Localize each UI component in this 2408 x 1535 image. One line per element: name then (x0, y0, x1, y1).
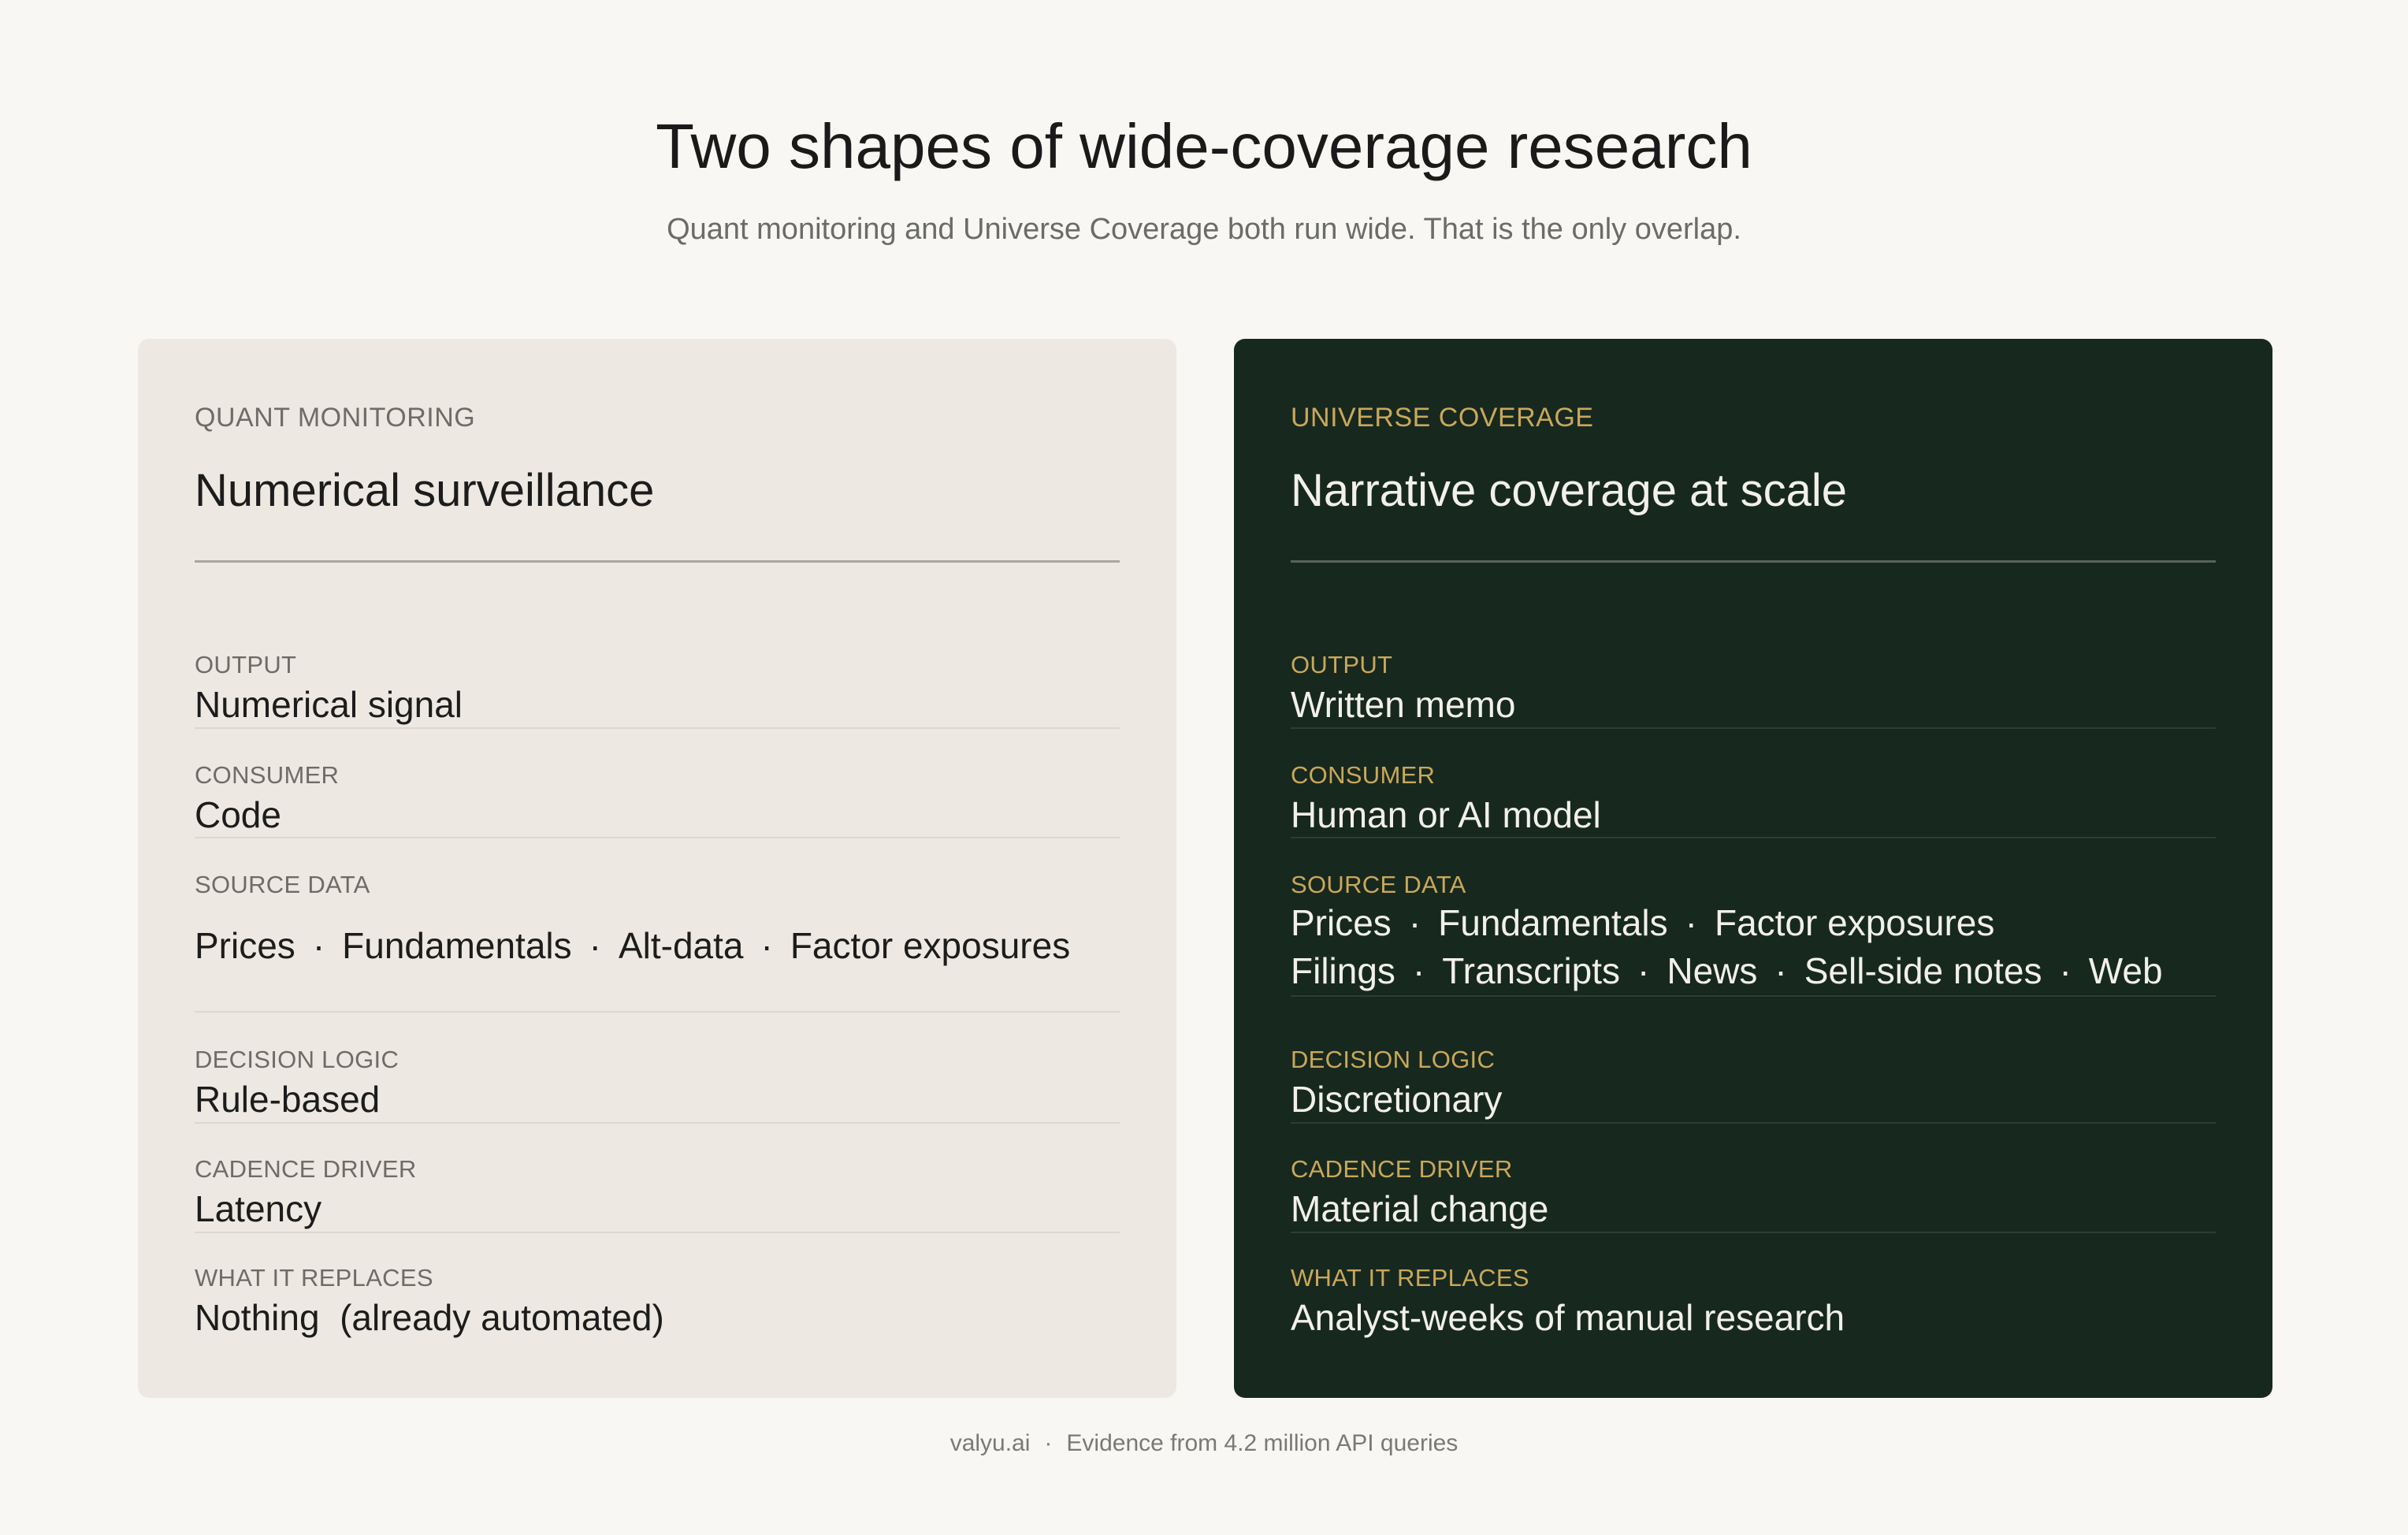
row-divider (1291, 1122, 2216, 1124)
cadence-driver-row: CADENCE DRIVER Material change (1291, 1155, 2216, 1234)
decision-logic-row: DECISION LOGIC Discretionary (1291, 1046, 2216, 1124)
source-item: Fundamentals (342, 925, 572, 966)
source-item: Factor exposures (1714, 902, 1995, 943)
source-data-row: SOURCE DATA Prices · Fundamentals · Factor e… (1291, 871, 2216, 1020)
consumer-row: CONSUMER Code (195, 761, 1120, 840)
divider (1291, 560, 2216, 563)
consumer-row: CONSUMER Human or AI model (1291, 761, 2216, 840)
page: Two shapes of wide-coverage research Qua… (0, 0, 2408, 1535)
row-divider (195, 837, 1120, 838)
source-item: News (1667, 950, 1758, 991)
footer: valyu.ai · Evidence from 4.2 million API q… (0, 1428, 2408, 1459)
row-label: CADENCE DRIVER (195, 1155, 417, 1183)
row-value: Numerical signal (195, 684, 463, 725)
source-data-list-line-1: Prices · Fundamentals · Factor exposures (1291, 901, 1994, 945)
what-it-replaces-row: WHAT IT REPLACES Analyst-weeks of manual… (1291, 1264, 2216, 1343)
list-separator: · (312, 925, 325, 966)
row-divider (1291, 995, 2216, 997)
decision-logic-row: DECISION LOGIC Rule-based (195, 1046, 1120, 1124)
what-it-replaces-row: WHAT IT REPLACES Nothing (already automa… (195, 1264, 1120, 1343)
source-item: Fundamentals (1438, 902, 1668, 943)
source-item: Alt-data (618, 925, 744, 966)
source-data-list-line-2: Filings · Transcripts · News · Sell-side notes… (1291, 949, 2163, 993)
row-label: OUTPUT (1291, 651, 1393, 678)
list-separator: · (1774, 950, 1787, 991)
cadence-driver-row: CADENCE DRIVER Latency (195, 1155, 1120, 1234)
row-value: Nothing (already automated) (195, 1297, 664, 1338)
row-label: SOURCE DATA (195, 871, 370, 898)
universe-coverage-card: UNIVERSE COVERAGE Narrative coverage at … (1234, 339, 2272, 1398)
source-item: Transcripts (1442, 950, 1621, 991)
source-item: Web (2088, 950, 2163, 991)
card-heading: Narrative coverage at scale (1291, 465, 1847, 516)
footer-brand: valyu.ai (949, 1430, 1031, 1456)
row-label: SOURCE DATA (1291, 871, 1466, 898)
row-label: DECISION LOGIC (195, 1046, 399, 1073)
row-divider (195, 1232, 1120, 1233)
source-item: Sell-side notes (1804, 950, 2042, 991)
row-divider (195, 1011, 1120, 1013)
list-separator: · (1637, 950, 1650, 991)
source-data-row: SOURCE DATA Prices · Fundamentals · Alt-data… (195, 871, 1120, 1020)
quant-monitoring-card: QUANT MONITORING Numerical surveillance … (138, 339, 1176, 1398)
row-value: Latency (195, 1188, 322, 1229)
footer-note: Evidence from 4.2 million API queries (1066, 1430, 1459, 1456)
row-label: WHAT IT REPLACES (1291, 1264, 1529, 1292)
row-label: DECISION LOGIC (1291, 1046, 1496, 1073)
card-heading: Numerical surveillance (195, 465, 655, 516)
source-item: Prices (1291, 902, 1392, 943)
card-eyebrow: UNIVERSE COVERAGE (1291, 403, 1594, 433)
source-item: Prices (195, 925, 295, 966)
footer-separator: · (1044, 1430, 1053, 1456)
row-label: WHAT IT REPLACES (195, 1264, 433, 1292)
row-label: CONSUMER (195, 761, 340, 789)
row-divider (1291, 837, 2216, 838)
row-label: CONSUMER (1291, 761, 1436, 789)
output-row: OUTPUT Written memo (1291, 651, 2216, 730)
row-value: Human or AI model (1291, 794, 1601, 835)
card-eyebrow: QUANT MONITORING (195, 403, 476, 433)
divider (195, 560, 1120, 563)
row-divider (1291, 727, 2216, 729)
row-label: OUTPUT (195, 651, 297, 678)
output-row: OUTPUT Numerical signal (195, 651, 1120, 730)
row-divider (195, 727, 1120, 729)
list-separator: · (2059, 950, 2072, 991)
list-separator: · (1685, 902, 1697, 943)
row-value: Discretionary (1291, 1079, 1503, 1120)
page-title: Two shapes of wide-coverage research (656, 111, 1752, 181)
list-separator: · (1408, 902, 1421, 943)
row-label: CADENCE DRIVER (1291, 1155, 1513, 1183)
list-separator: · (1412, 950, 1425, 991)
source-data-list: Prices · Fundamentals · Alt-data · Factor expo… (195, 924, 1070, 968)
source-item: Factor exposures (790, 925, 1071, 966)
row-divider (1291, 1232, 2216, 1233)
source-item: Filings (1291, 950, 1395, 991)
row-value: Material change (1291, 1188, 1549, 1229)
page-subtitle: Quant monitoring and Universe Coverage b… (667, 213, 1741, 246)
list-separator: · (760, 925, 773, 966)
row-value: Analyst-weeks of manual research (1291, 1297, 1845, 1338)
row-value: Written memo (1291, 684, 1516, 725)
list-separator: · (589, 925, 601, 966)
row-value: Code (195, 794, 281, 835)
row-value: Rule-based (195, 1079, 381, 1120)
row-divider (195, 1122, 1120, 1124)
